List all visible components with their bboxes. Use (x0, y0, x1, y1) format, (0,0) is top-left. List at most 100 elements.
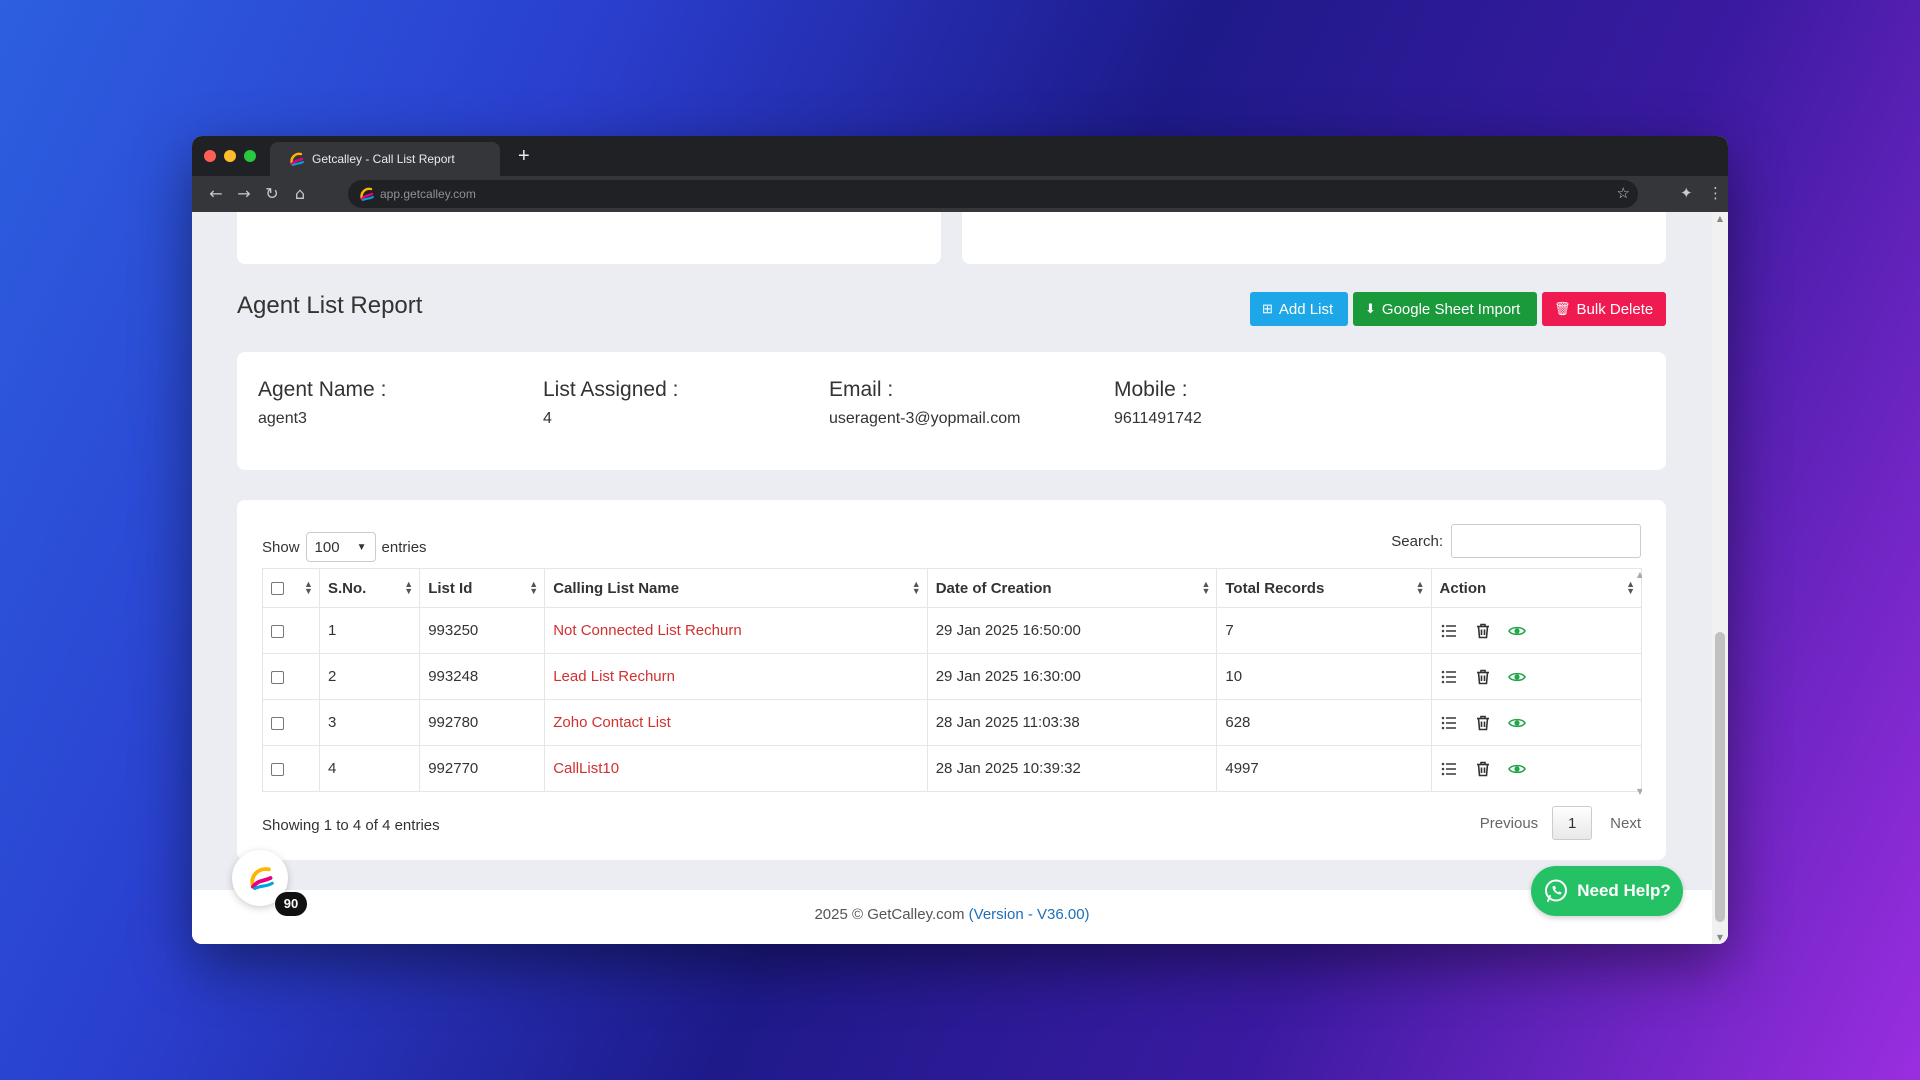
entries-select[interactable]: 100 ▼ (305, 532, 376, 562)
column-header-calling-list-name[interactable]: Calling List Name ▲ ▼ (544, 568, 928, 608)
column-header-date-of-creation[interactable]: Date of Creation ▲ ▼ (926, 568, 1218, 608)
column-header-action[interactable]: Action ▲ ▼ (1430, 568, 1642, 608)
chevron-down-icon: ▼ (356, 541, 367, 553)
tab-title: Getcalley - Call List Report (312, 152, 455, 166)
sno-cell: 3 (318, 699, 421, 746)
row-select-cell (262, 607, 320, 654)
sort-icon[interactable]: ▲ ▼ (912, 580, 921, 596)
minimize-window-button[interactable] (224, 150, 236, 162)
sort-icon[interactable]: ▲ ▼ (529, 580, 538, 596)
forward-arrow-icon[interactable]: → (234, 184, 254, 204)
list-details-icon[interactable] (1440, 760, 1458, 778)
list-details-icon[interactable] (1440, 622, 1458, 640)
back-arrow-icon[interactable]: ← (206, 184, 226, 204)
page-scrollbar[interactable]: ▲ ▼ (1712, 212, 1728, 944)
page-footer: 2025 © GetCalley.com (Version - V36.00) (192, 890, 1712, 944)
row-select-cell (262, 745, 320, 792)
search-input[interactable] (1451, 524, 1641, 558)
calley-logo-icon (290, 152, 304, 166)
delete-trash-icon[interactable] (1474, 760, 1492, 778)
footer-copyright: 2025 © GetCalley.com (814, 906, 969, 923)
list-name-link[interactable]: Not Connected List Rechurn (553, 622, 741, 639)
list-id-cell: 993250 (419, 607, 546, 654)
search-label: Search: (1391, 532, 1443, 550)
plus-square-icon: ⊞ (1262, 301, 1273, 316)
notification-badge: 90 (275, 892, 307, 916)
view-eye-icon[interactable] (1507, 714, 1526, 732)
scrollbar-thumb[interactable] (1715, 632, 1725, 922)
add-list-button[interactable]: ⊞ Add List (1250, 292, 1348, 326)
row-select-cell (262, 699, 320, 746)
select-all-header[interactable]: ▲ ▼ (262, 568, 320, 608)
sort-icon[interactable]: ▲ ▼ (1201, 580, 1210, 596)
next-page-button[interactable]: Next (1592, 815, 1641, 832)
scroll-up-arrow-icon[interactable]: ▲ (1634, 570, 1642, 579)
bulk-delete-button[interactable]: 🗑 Bulk Delete (1542, 292, 1666, 326)
download-icon: ⬇ (1365, 301, 1376, 316)
action-cell (1430, 607, 1642, 654)
bookmark-star-icon[interactable]: ☆ (1617, 184, 1630, 202)
column-label: List Id (428, 579, 473, 597)
list-name-cell: Lead List Rechurn (544, 653, 928, 700)
list-assigned-field: List Assigned : 4 (543, 378, 678, 428)
maximize-window-button[interactable] (244, 150, 256, 162)
mobile-field: Mobile : 9611491742 (1114, 378, 1202, 428)
entries-select-value: 100 (314, 538, 340, 556)
mobile-label: Mobile : (1114, 378, 1188, 401)
sort-icon[interactable]: ▲ ▼ (404, 580, 413, 596)
entries-label: entries (381, 538, 427, 556)
row-checkbox[interactable] (271, 762, 284, 776)
delete-trash-icon[interactable] (1474, 668, 1492, 686)
column-header-list-id[interactable]: List Id ▲ ▼ (419, 568, 546, 608)
page-1-button[interactable]: 1 (1552, 806, 1593, 840)
extensions-puzzle-icon[interactable]: ✦ (1680, 184, 1693, 202)
view-eye-icon[interactable] (1507, 668, 1526, 686)
column-label: Date of Creation (935, 579, 1052, 597)
view-eye-icon[interactable] (1507, 622, 1526, 640)
sno-cell: 1 (318, 607, 421, 654)
view-eye-icon[interactable] (1507, 760, 1526, 778)
close-window-button[interactable] (204, 150, 216, 162)
table-row: 4 992770 CallList10 28 Jan 2025 10:39:32… (262, 745, 1642, 792)
list-name-cell: CallList10 (544, 745, 928, 792)
delete-trash-icon[interactable] (1474, 622, 1492, 640)
address-bar[interactable]: app.getcalley.com ☆ (348, 180, 1638, 208)
delete-trash-icon[interactable] (1474, 714, 1492, 732)
previous-page-button[interactable]: Previous (1466, 815, 1552, 832)
list-name-link[interactable]: Lead List Rechurn (553, 668, 675, 685)
scroll-up-arrow-icon[interactable]: ▲ (1712, 214, 1728, 223)
sort-icon[interactable]: ▲ ▼ (1416, 580, 1425, 596)
reload-icon[interactable]: ↻ (262, 184, 282, 204)
column-header-total-records[interactable]: Total Records ▲ ▼ (1216, 568, 1432, 608)
scroll-down-arrow-icon[interactable]: ▼ (1634, 787, 1642, 796)
browser-tab[interactable]: Getcalley - Call List Report (270, 142, 500, 176)
scroll-down-arrow-icon[interactable]: ▼ (1712, 933, 1728, 942)
call-list-table: ▲ ▼ S.No. ▲ ▼ List Id ▲ ▼ Calling List Name ▲ ▼… (262, 568, 1642, 792)
action-cell (1430, 653, 1642, 700)
google-sheet-import-button[interactable]: ⬇ Google Sheet Import (1353, 292, 1537, 326)
column-label: Total Records (1225, 579, 1325, 597)
table-scroll-area[interactable]: ▲ ▼ S.No. ▲ ▼ List Id ▲ ▼ Calling List Name ▲ ▼… (262, 568, 1642, 798)
date-cell: 29 Jan 2025 16:30:00 (926, 653, 1218, 700)
column-header-sno[interactable]: S.No. ▲ ▼ (318, 568, 421, 608)
new-tab-button[interactable]: + (518, 142, 530, 170)
table-info: Showing 1 to 4 of 4 entries (262, 817, 440, 834)
list-name-link[interactable]: CallList10 (553, 760, 619, 777)
select-all-checkbox[interactable] (271, 582, 284, 596)
list-details-icon[interactable] (1440, 714, 1458, 732)
table-scrollbar[interactable]: ▲ ▼ (1634, 568, 1642, 798)
row-checkbox[interactable] (271, 624, 284, 638)
browser-menu-icon[interactable]: ⋮ (1708, 184, 1723, 202)
sort-icon[interactable]: ▲ ▼ (304, 580, 313, 596)
table-row: 3 992780 Zoho Contact List 28 Jan 2025 1… (262, 699, 1642, 746)
row-checkbox[interactable] (271, 716, 284, 730)
list-details-icon[interactable] (1440, 668, 1458, 686)
pagination: Previous 1 Next (1466, 806, 1641, 840)
date-cell: 28 Jan 2025 10:39:32 (926, 745, 1218, 792)
list-name-link[interactable]: Zoho Contact List (553, 714, 671, 731)
row-checkbox[interactable] (271, 670, 284, 684)
column-label: Action (1439, 579, 1487, 597)
need-help-button[interactable]: Need Help? (1531, 866, 1683, 916)
home-icon[interactable]: ⌂ (290, 184, 310, 204)
footer-version-link[interactable]: (Version - V36.00) (969, 906, 1090, 923)
